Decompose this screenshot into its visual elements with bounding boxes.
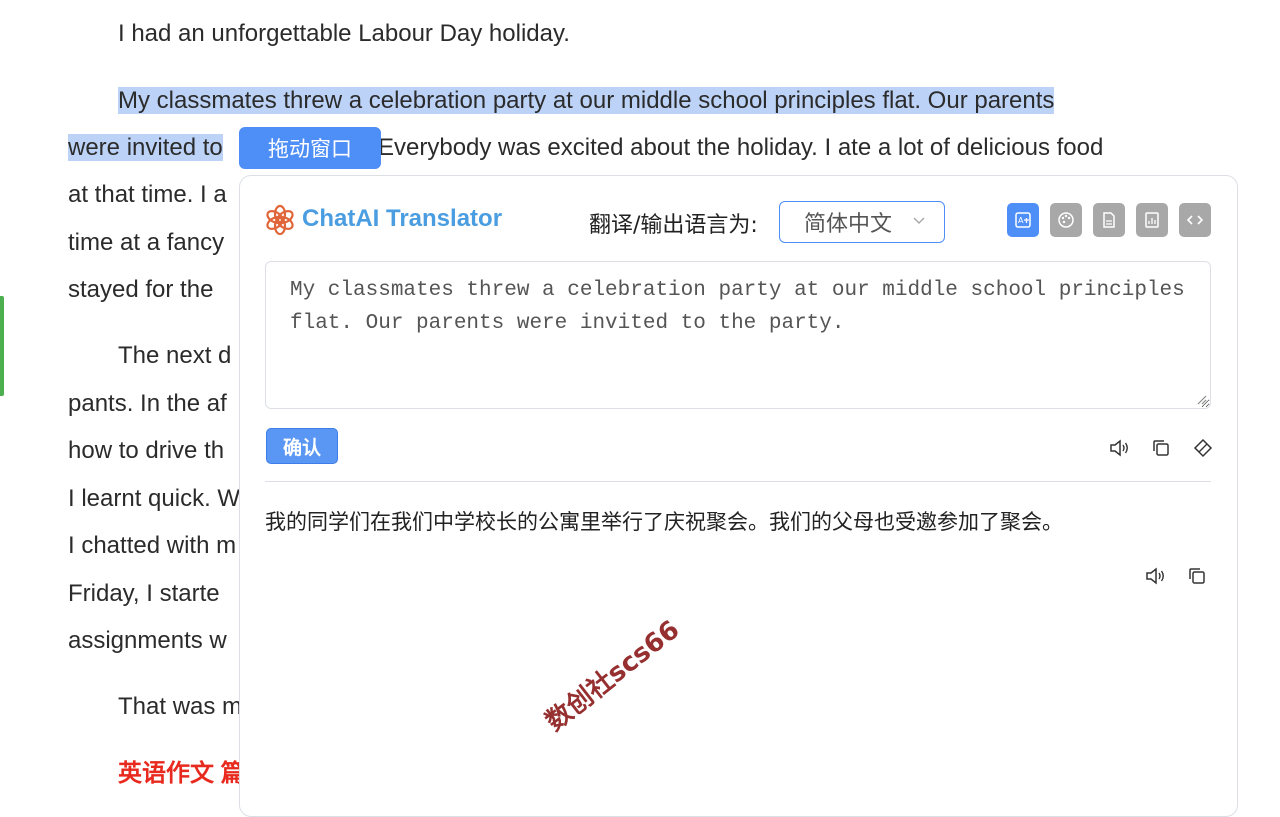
- copy-icon: [1189, 568, 1205, 584]
- article-line: Friday, I starte: [68, 580, 220, 607]
- divider: [265, 481, 1211, 482]
- article-line: time at a fancy: [68, 229, 225, 256]
- article-line: at that time. I a: [68, 181, 227, 208]
- brand-title: ChatAI Translator: [302, 205, 503, 232]
- language-select-value: 简体中文: [804, 212, 893, 237]
- code-button[interactable]: [1179, 203, 1211, 237]
- translate-image-button[interactable]: A: [1007, 203, 1039, 237]
- copy-source-button[interactable]: [1148, 435, 1174, 461]
- article-line: The next d: [118, 342, 232, 369]
- speaker-icon: [1146, 567, 1164, 585]
- copy-icon: [1153, 440, 1169, 456]
- translator-header: ChatAI Translator 翻译/输出语言为: 简体中文 A: [240, 176, 1237, 266]
- chevron-down-icon: [913, 217, 925, 225]
- side-accent-bar: [0, 296, 4, 396]
- article-line: That was m: [118, 693, 243, 720]
- article-line: assignments w: [68, 627, 227, 654]
- clear-source-button[interactable]: [1190, 435, 1216, 461]
- source-text-input[interactable]: My classmates threw a celebration party …: [265, 261, 1211, 409]
- article-line: how to drive th: [68, 437, 225, 464]
- article-heading: 英语作文 篇: [118, 760, 245, 787]
- eraser-icon: [1193, 438, 1213, 458]
- copy-result-button[interactable]: [1184, 563, 1210, 589]
- language-select[interactable]: 简体中文: [779, 201, 945, 243]
- resize-grip-icon[interactable]: [1195, 393, 1207, 405]
- drag-window-handle[interactable]: 拖动窗口: [239, 127, 381, 169]
- document-icon: [1103, 212, 1115, 228]
- theme-button[interactable]: [1050, 203, 1082, 237]
- article-line: My classmates threw a celebration party …: [118, 87, 1055, 114]
- translation-result: 我的同学们在我们中学校长的公寓里举行了庆祝聚会。我们的父母也受邀参加了聚会。: [265, 510, 1063, 534]
- speak-result-button[interactable]: [1142, 563, 1168, 589]
- article-line: stayed for the: [68, 276, 214, 303]
- speaker-icon: [1110, 439, 1128, 457]
- spreadsheet-icon: [1145, 212, 1159, 228]
- confirm-button[interactable]: 确认: [266, 428, 338, 464]
- article-line: were invited to: [68, 134, 223, 161]
- article-line: I learnt quick. W: [68, 485, 241, 512]
- svg-text:A: A: [1018, 216, 1024, 225]
- article-line: pants. In the af: [68, 390, 227, 417]
- speak-source-button[interactable]: [1106, 435, 1132, 461]
- openai-logo-icon: [266, 204, 294, 236]
- code-icon: [1186, 215, 1204, 225]
- translator-panel: ChatAI Translator 翻译/输出语言为: 简体中文 A My cl…: [239, 175, 1238, 817]
- palette-icon: [1058, 212, 1074, 228]
- document-button[interactable]: [1093, 203, 1125, 237]
- article-line: I chatted with m: [68, 532, 237, 559]
- translate-image-icon: A: [1015, 212, 1031, 228]
- output-language-label: 翻译/输出语言为:: [589, 213, 758, 238]
- article-line: Everybody was excited about the holiday.…: [378, 134, 1104, 161]
- spreadsheet-button[interactable]: [1136, 203, 1168, 237]
- article-paragraph-1: I had an unforgettable Labour Day holida…: [118, 20, 570, 47]
- source-text: My classmates threw a celebration party …: [290, 279, 1185, 335]
